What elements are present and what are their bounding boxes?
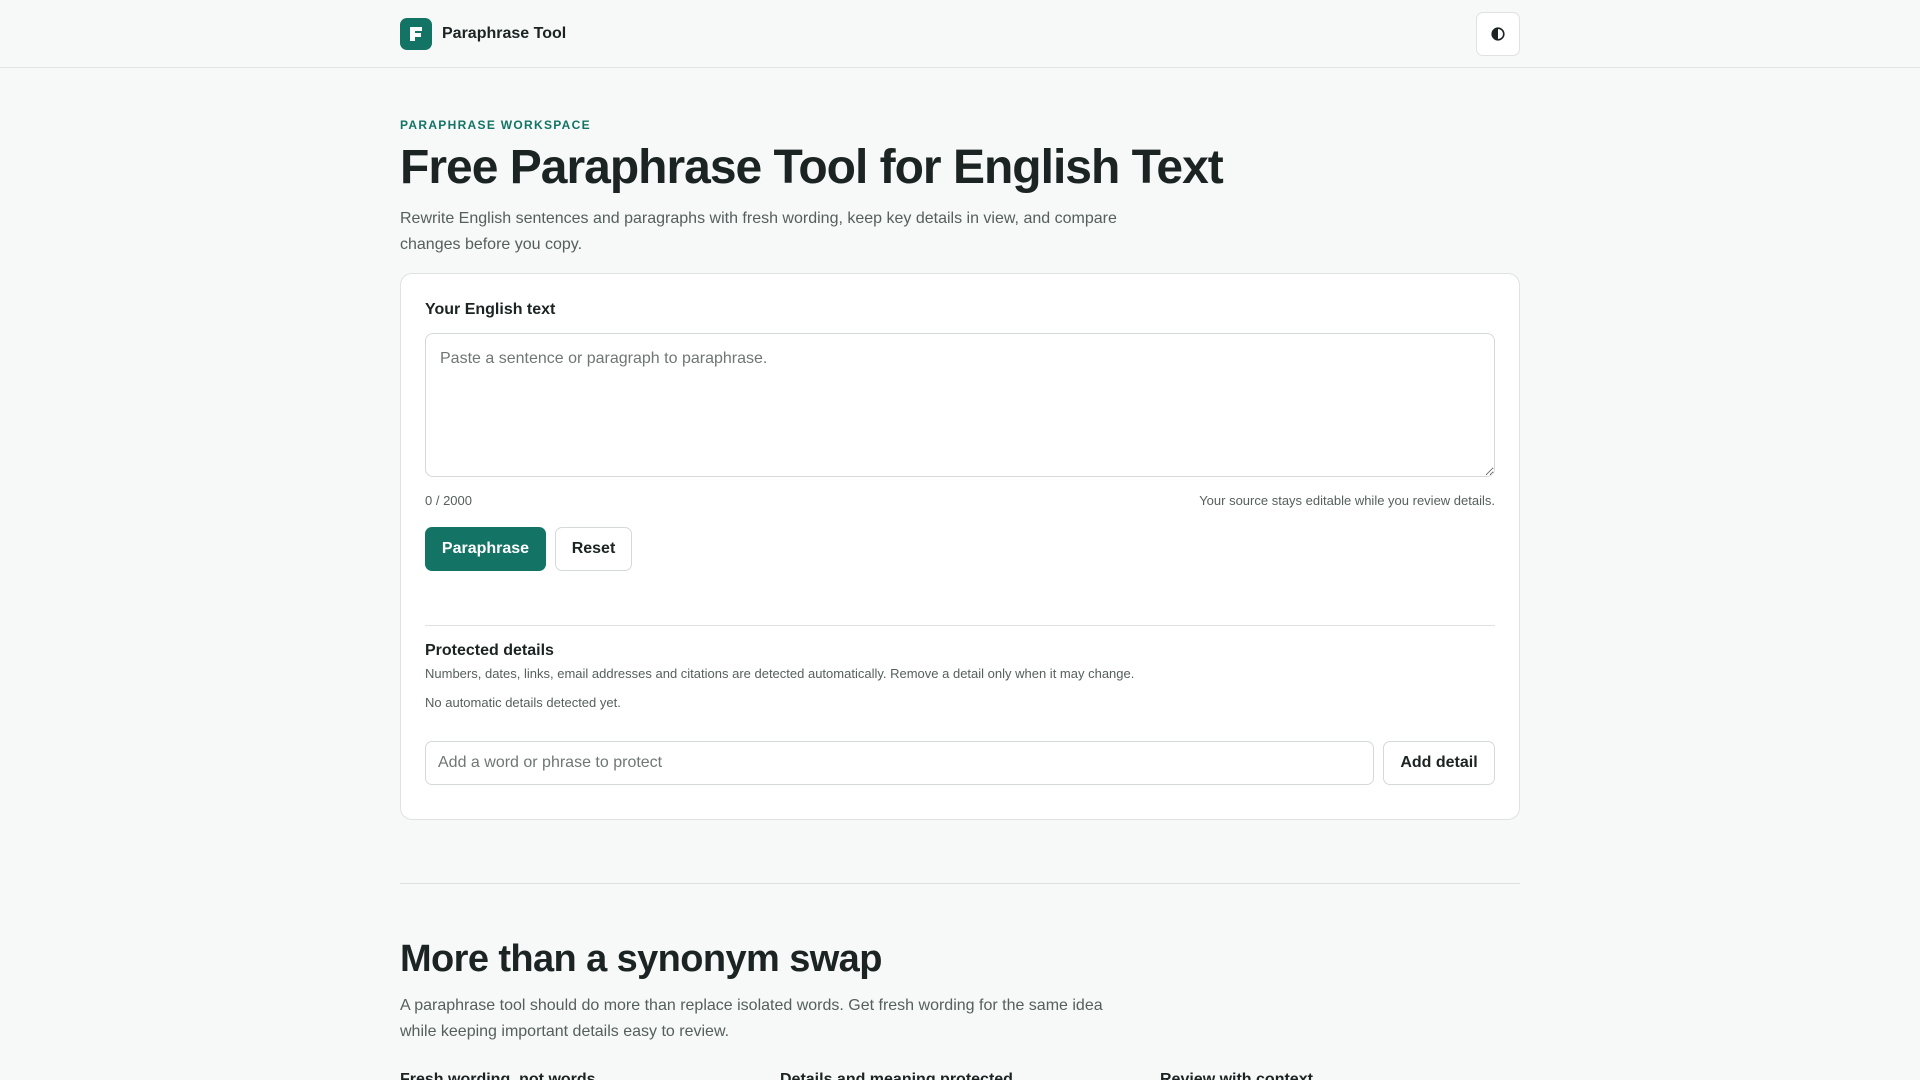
section-title: More than a synonym swap [400, 938, 882, 980]
protected-details-empty: No automatic details detected yet. [425, 695, 621, 710]
source-text-label: Your English text [425, 301, 556, 318]
source-text-input[interactable] [425, 333, 1495, 477]
eyebrow-label: PARAPHRASE WORKSPACE [400, 118, 591, 132]
paraphrase-card: Your English text 0 / 2000 Your source s… [400, 273, 1520, 820]
logo-letter-f-icon [410, 27, 422, 41]
add-detail-button[interactable]: Add detail [1383, 741, 1495, 785]
protect-phrase-input[interactable] [425, 741, 1374, 785]
protected-details-title: Protected details [425, 642, 554, 659]
brand[interactable]: Paraphrase Tool [400, 18, 566, 50]
page-lead: Rewrite English sentences and paragraphs… [400, 210, 1117, 253]
feature-list: Fresh wording, not words Details and mea… [400, 1071, 1520, 1080]
reset-button[interactable]: Reset [555, 527, 632, 571]
protected-details-description: Numbers, dates, links, email addresses a… [425, 666, 1135, 681]
top-bar: Paraphrase Tool [0, 0, 1920, 68]
section-divider [400, 883, 1520, 884]
paraphrase-button[interactable]: Paraphrase [425, 527, 546, 571]
half-circle-contrast-icon [1491, 27, 1505, 41]
editor-hint: Your source stays editable while you rev… [1199, 493, 1495, 508]
feature-title: Fresh wording, not words [400, 1071, 596, 1080]
theme-toggle-button[interactable] [1476, 12, 1520, 56]
card-divider [425, 625, 1495, 626]
feature-title: Review with context [1160, 1071, 1313, 1080]
character-counter: 0 / 2000 [425, 493, 472, 508]
logo-icon [400, 18, 432, 50]
section-lead: A paraphrase tool should do more than re… [400, 997, 1103, 1040]
brand-name: Paraphrase Tool [442, 25, 567, 42]
feature-title: Details and meaning protected [780, 1071, 1013, 1080]
page-title: Free Paraphrase Tool for English Text [400, 141, 1224, 194]
